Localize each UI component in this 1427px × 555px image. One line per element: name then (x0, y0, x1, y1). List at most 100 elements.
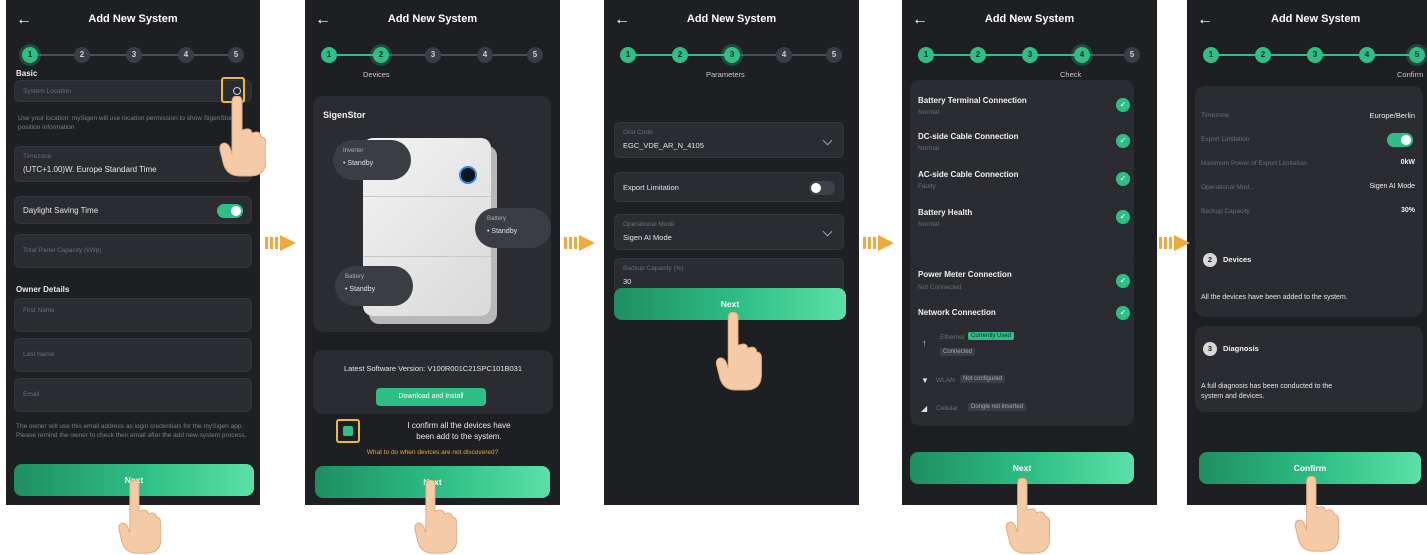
check-status: Normal (918, 145, 939, 152)
operational-mode-select[interactable]: Operational Mode Sigen AI Mode (614, 214, 844, 250)
step-5: 5 (527, 47, 543, 63)
step-1: 1 (1203, 47, 1219, 63)
battery-left-status: • Standby (345, 286, 376, 293)
timezone-label: Timezone (23, 153, 52, 160)
header: ← Add New System (604, 0, 859, 42)
flow-arrow-icon (265, 235, 296, 251)
summary-value: Europe/Berlin (1369, 111, 1415, 120)
stepper-line-done (926, 54, 1082, 56)
diagnosis-text: A full diagnosis has been conducted to t… (1201, 382, 1332, 402)
check-icon: ✓ (1116, 274, 1130, 288)
stepper-line (381, 54, 535, 56)
backup-capacity-label: Backup Capacity (%) (623, 265, 684, 272)
check-status: Normal (918, 109, 939, 116)
check-icon: ✓ (1116, 210, 1130, 224)
grid-code-select[interactable]: Grid Code EGC_VDE_AR_N_4105 (614, 122, 844, 158)
daylight-toggle[interactable] (217, 204, 243, 218)
summary-label: Backup Capacity (1201, 208, 1250, 215)
inverter-bubble[interactable]: Inverter • Standby (333, 140, 411, 180)
email-field[interactable]: Email (14, 378, 252, 412)
summary-value: 30% (1400, 207, 1415, 214)
system-location-field[interactable]: System Location (14, 80, 252, 102)
screen-confirm: ← Add New System 1 2 3 4 5 Confirm Timez… (1187, 0, 1427, 505)
screen-basic: ← Add New System 1 2 3 4 5 Basic System … (6, 0, 260, 505)
cellular-icon: ◢ (921, 404, 928, 413)
network-title: Network Connection (918, 308, 996, 317)
panel-capacity-placeholder: Total Panel Capacity (kWp) (23, 247, 102, 254)
step-4: 4 (1359, 47, 1375, 63)
diagnosis-card: 3 Diagnosis A full diagnosis has been co… (1195, 326, 1423, 412)
timezone-value: (UTC+1.00)W. Europe Standard Time (23, 165, 157, 174)
panel-capacity-field[interactable]: Total Panel Capacity (kWp) (14, 234, 252, 268)
battery-right-bubble[interactable]: Battery • Standby (475, 208, 551, 248)
battery-left-label: Battery (345, 274, 365, 280)
check-title: AC-side Cable Connection (918, 170, 1019, 179)
devices-card: 2 Devices All the devices have been adde… (1195, 237, 1423, 317)
module-divider (363, 196, 491, 197)
step-2: 2 (970, 47, 986, 63)
step-2: 2 (373, 47, 389, 63)
export-limitation-row: Export Limitation (614, 172, 844, 202)
stepper: 1 2 3 4 5 (22, 47, 244, 63)
pointer-hand-icon (414, 480, 457, 554)
stepper: 1 2 3 4 5 (620, 47, 843, 63)
inverter-status: • Standby (343, 160, 374, 167)
power-meter-title: Power Meter Connection (918, 270, 1012, 279)
first-name-field[interactable]: First Name (14, 298, 252, 332)
first-name-placeholder: First Name (23, 307, 55, 314)
cellular-status-badge: Dongle not inserted (968, 403, 1027, 411)
software-version: Latest Software Version: V100R001C21SPC1… (343, 364, 523, 373)
step-4: 4 (1074, 47, 1090, 63)
step-5: 5 (1409, 47, 1425, 63)
page-title: Add New System (1271, 13, 1361, 25)
stepper: 1 2 3 4 5 (918, 47, 1141, 63)
chevron-down-icon (822, 226, 833, 237)
step-number-badge: 2 (1203, 253, 1217, 267)
page-title: Add New System (984, 13, 1075, 25)
battery-right-label: Battery (487, 216, 507, 222)
export-limitation-toggle (1387, 133, 1413, 147)
timezone-select[interactable]: Timezone (UTC+1.00)W. Europe Standard Ti… (14, 146, 252, 182)
step-1: 1 (620, 47, 636, 63)
currently-used-badge: Currently Used (968, 332, 1015, 340)
diagnosis-title: Diagnosis (1223, 344, 1259, 353)
summary-value: Sigen AI Mode (1369, 183, 1415, 190)
step-4: 4 (477, 47, 493, 63)
step-2: 2 (74, 47, 90, 63)
page-title: Add New System (88, 13, 178, 25)
export-limitation-label: Export Limitation (623, 183, 679, 192)
page-title: Add New System (686, 13, 777, 25)
battery-right-status-text: Standby (491, 228, 518, 235)
ethernet-status-badge: Connected (940, 348, 976, 356)
flow-arrow-icon (1159, 235, 1190, 251)
last-name-placeholder: Last Name (23, 351, 55, 358)
step-3: 3 (425, 47, 441, 63)
battery-left-bubble[interactable]: Battery • Standby (335, 266, 413, 306)
stepper: 1 2 3 4 5 (1203, 47, 1427, 63)
devices-text: All the devices have been added to the s… (1201, 294, 1348, 301)
summary-label: Operational Mod... (1201, 184, 1255, 191)
devices-not-discovered-link[interactable]: What to do when devices are not discover… (305, 449, 560, 456)
wlan-status-badge: Not configured (960, 375, 1006, 383)
device-title: SigenStor (323, 110, 366, 120)
download-install-button[interactable]: Download and Install (376, 388, 486, 406)
battery-right-status: • Standby (487, 228, 518, 235)
step-5: 5 (228, 47, 244, 63)
power-meter-status: Not Connected (918, 284, 962, 291)
export-limitation-toggle[interactable] (809, 181, 835, 195)
check-status: Normal (918, 221, 939, 228)
wlan-label: WLAN (936, 377, 955, 384)
device-checks-card: Battery Terminal Connection Normal ✓ DC-… (910, 80, 1134, 264)
check-icon: ✓ (1116, 98, 1130, 112)
last-name-field[interactable]: Last Name (14, 338, 252, 372)
step-3: 3 (126, 47, 142, 63)
step-4: 4 (178, 47, 194, 63)
check-title: Battery Terminal Connection (918, 96, 1027, 105)
status-light-icon (461, 168, 475, 182)
backup-capacity-value: 30 (623, 277, 632, 286)
check-icon: ✓ (1116, 134, 1130, 148)
devices-title: Devices (1223, 255, 1252, 264)
pointer-hand-icon (219, 96, 266, 177)
step-1: 1 (22, 47, 38, 63)
step-5: 5 (826, 47, 842, 63)
